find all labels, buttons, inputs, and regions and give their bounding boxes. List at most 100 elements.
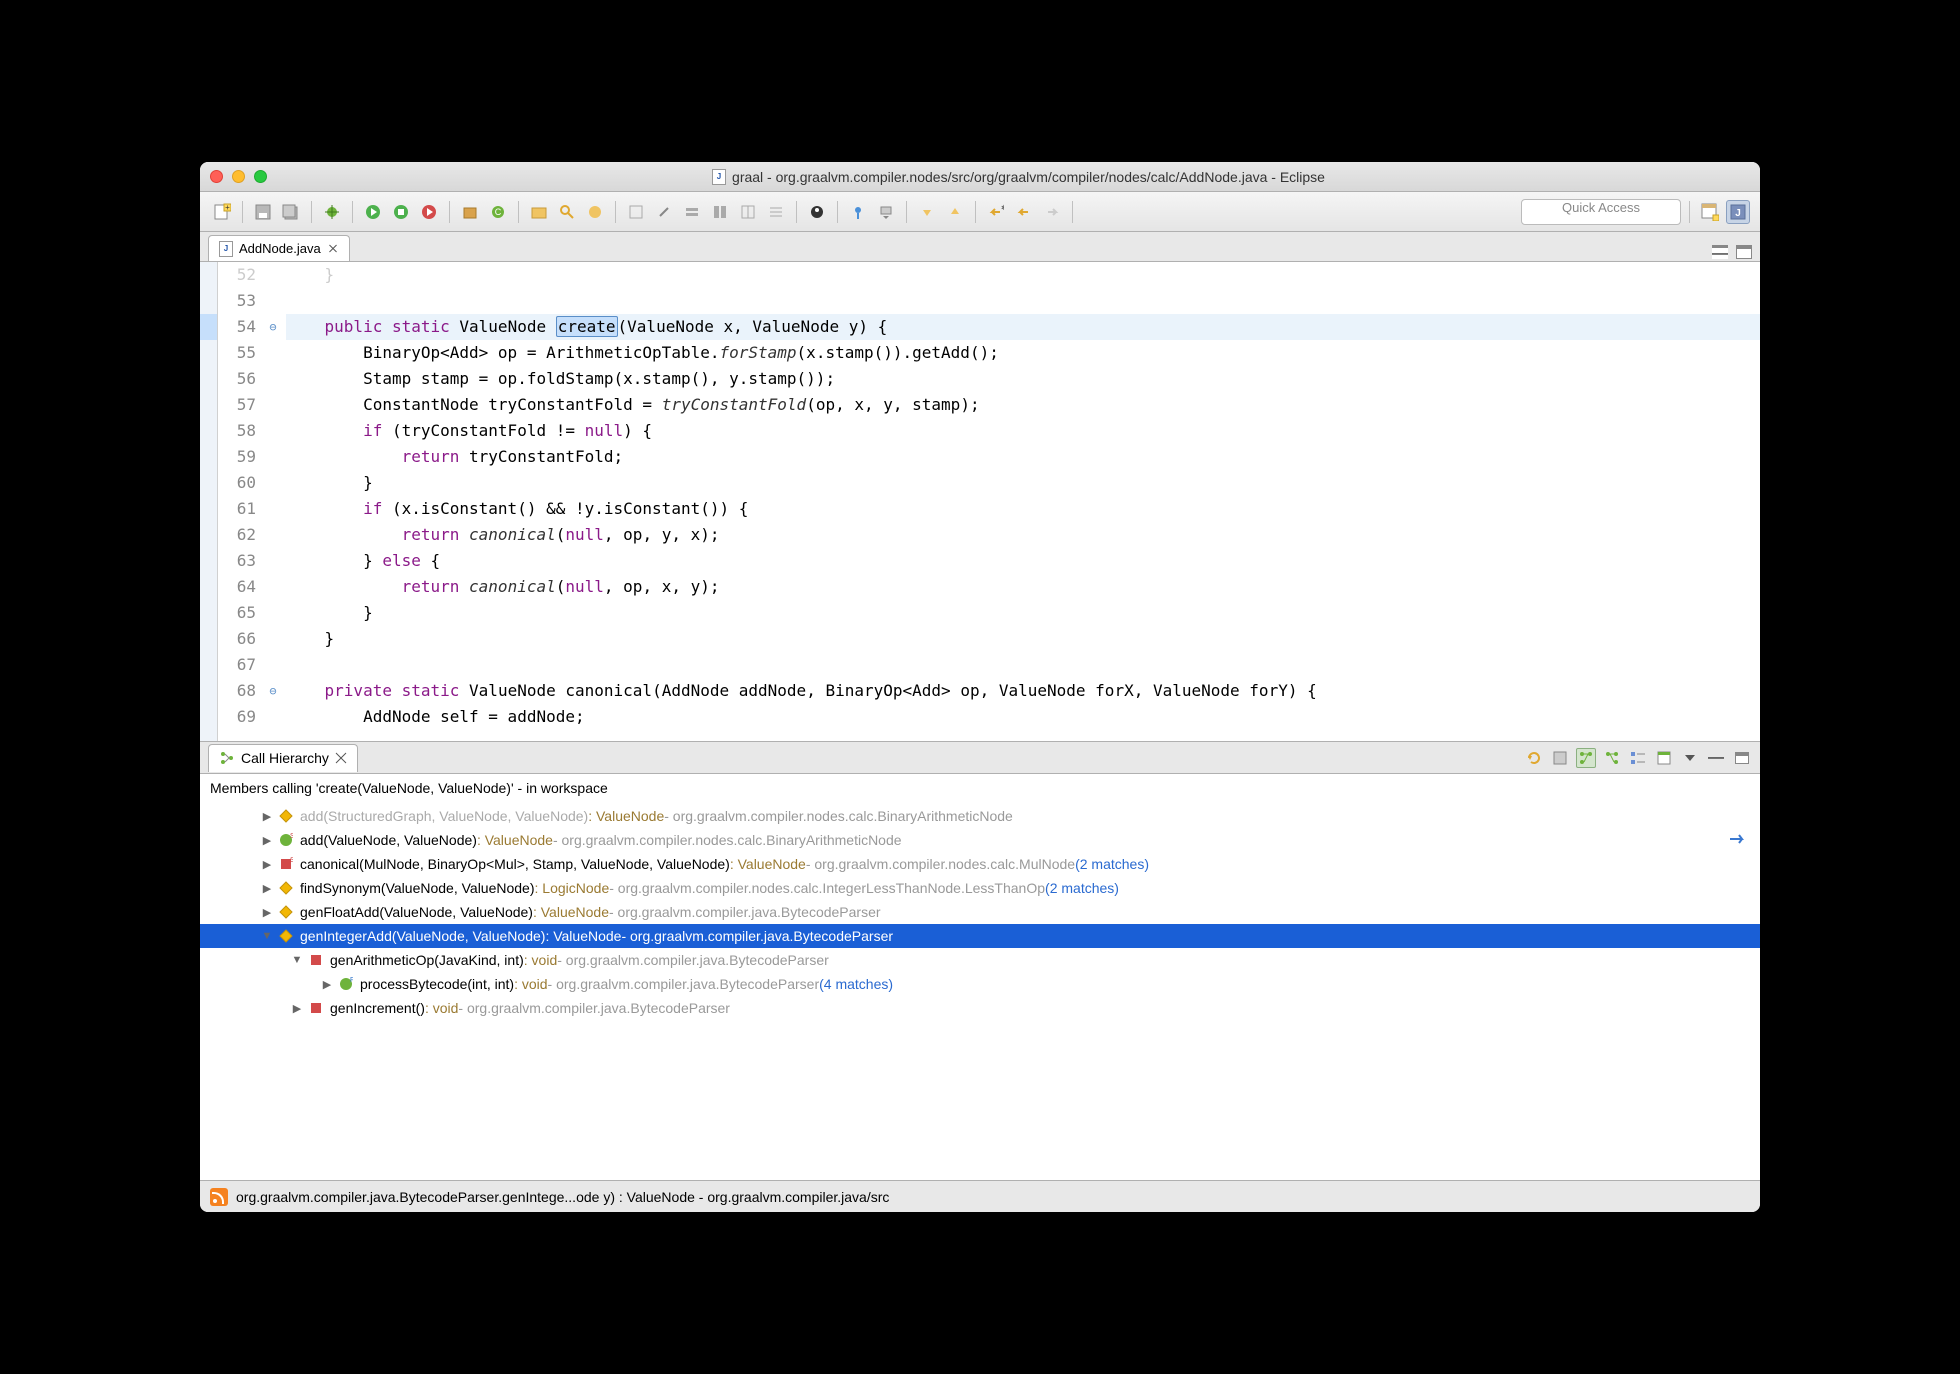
panel-toolbar: —	[1524, 748, 1752, 768]
minimize-view-icon[interactable]: —	[1712, 245, 1728, 259]
coverage-button[interactable]	[389, 200, 413, 224]
callers-mode-icon[interactable]	[1576, 748, 1596, 768]
method-signature: canonical(MulNode, BinaryOp<Mul>, Stamp,…	[300, 856, 730, 872]
new-package-button[interactable]	[458, 200, 482, 224]
open-task-button[interactable]	[583, 200, 607, 224]
method-icon: S	[278, 856, 294, 872]
refresh-icon[interactable]	[1524, 748, 1544, 768]
rss-icon[interactable]	[210, 1188, 228, 1206]
maximize-window[interactable]	[254, 170, 267, 183]
run-button[interactable]	[361, 200, 385, 224]
new-class-button[interactable]: C	[486, 200, 510, 224]
tree-arrow-icon[interactable]: ▶	[320, 977, 334, 991]
close-window[interactable]	[210, 170, 223, 183]
call-hierarchy-icon	[219, 750, 235, 766]
save-button[interactable]	[251, 200, 275, 224]
qualifying-class: - org.graalvm.compiler.java.BytecodePars…	[609, 904, 881, 920]
panel-minimize-icon[interactable]: —	[1706, 748, 1726, 768]
quick-access-input[interactable]: Quick Access	[1521, 199, 1681, 225]
editor-tab-label: AddNode.java	[239, 241, 321, 256]
call-hierarchy-row[interactable]: ▶ add(StructuredGraph, ValueNode, ValueNo…	[200, 804, 1760, 828]
call-hierarchy-row[interactable]: ▶findSynonym(ValueNode, ValueNode) : Log…	[200, 876, 1760, 900]
view-menu-icon[interactable]	[1680, 748, 1700, 768]
panel-maximize-icon[interactable]	[1732, 748, 1752, 768]
method-icon: S	[278, 832, 294, 848]
code-editor[interactable]: 525354555657585960616263646566676869 ⊖⊖ …	[200, 262, 1760, 742]
wand-button[interactable]	[652, 200, 676, 224]
tree-arrow-icon[interactable]: ▶	[260, 809, 274, 823]
call-hierarchy-header: Members calling 'create(ValueNode, Value…	[200, 774, 1760, 802]
call-hierarchy-tree[interactable]: ▶ add(StructuredGraph, ValueNode, ValueNo…	[200, 802, 1760, 1180]
maximize-view-icon[interactable]	[1736, 245, 1752, 259]
call-hierarchy-row[interactable]: ▶ Scanonical(MulNode, BinaryOp<Mul>, Stam…	[200, 852, 1760, 876]
open-perspective-button[interactable]	[1698, 200, 1722, 224]
ext-tools-button[interactable]	[417, 200, 441, 224]
tree-arrow-icon[interactable]: ▶	[290, 1001, 304, 1015]
last-edit-button[interactable]: ✱	[984, 200, 1008, 224]
callees-mode-icon[interactable]	[1602, 748, 1622, 768]
method-icon	[308, 952, 324, 968]
open-type-button[interactable]	[527, 200, 551, 224]
call-hierarchy-tab[interactable]: Call Hierarchy	[208, 744, 358, 772]
pin-button[interactable]	[846, 200, 870, 224]
method-icon	[308, 1000, 324, 1016]
tree-arrow-icon[interactable]: ▶	[260, 833, 274, 847]
profile-button[interactable]	[805, 200, 829, 224]
new-button[interactable]: +	[210, 200, 234, 224]
editor-tab[interactable]: J AddNode.java	[208, 235, 350, 261]
history-icon[interactable]	[1628, 748, 1648, 768]
goto-icon[interactable]	[1728, 832, 1748, 846]
method-icon	[278, 904, 294, 920]
qualifying-class: - org.graalvm.compiler.java.BytecodePars…	[557, 952, 829, 968]
svg-text:S: S	[290, 857, 293, 864]
method-signature: genIncrement()	[330, 1000, 425, 1016]
dropdown-button[interactable]	[874, 200, 898, 224]
forward-button[interactable]	[1040, 200, 1064, 224]
code-area[interactable]: } public static ValueNode create(ValueNo…	[282, 262, 1760, 741]
call-hierarchy-row[interactable]: ▶genFloatAdd(ValueNode, ValueNode) : Val…	[200, 900, 1760, 924]
fold-column[interactable]: ⊖⊖	[264, 262, 282, 741]
java-file-icon: J	[219, 241, 233, 257]
close-panel-icon[interactable]	[335, 752, 347, 764]
save-all-button[interactable]	[279, 200, 303, 224]
editor-tabbar: J AddNode.java —	[200, 232, 1760, 262]
main-toolbar: + C ✱ Quick A	[200, 192, 1760, 232]
back-button[interactable]	[1012, 200, 1036, 224]
method-signature: genArithmeticOp(JavaKind, int)	[330, 952, 524, 968]
call-hierarchy-row[interactable]: ▶Sadd(ValueNode, ValueNode) : ValueNode …	[200, 828, 1760, 852]
tree-arrow-icon[interactable]: ▶	[260, 881, 274, 895]
debug-button[interactable]	[320, 200, 344, 224]
close-tab-icon[interactable]	[327, 243, 339, 255]
call-hierarchy-row[interactable]: ▶genIncrement() : void - org.graalvm.com…	[200, 996, 1760, 1020]
method-icon	[278, 808, 294, 824]
call-hierarchy-row[interactable]: ▶FprocessBytecode(int, int) : void - org…	[200, 972, 1760, 996]
tree-arrow-icon[interactable]: ▶	[260, 857, 274, 871]
tree-arrow-icon[interactable]: ▶	[260, 905, 274, 919]
pin-view-icon[interactable]	[1654, 748, 1674, 768]
toggle-button-4[interactable]	[736, 200, 760, 224]
search-button[interactable]	[555, 200, 579, 224]
tree-arrow-icon[interactable]: ▼	[260, 929, 274, 943]
status-text: org.graalvm.compiler.java.BytecodeParser…	[236, 1189, 889, 1205]
toggle-button-1[interactable]	[624, 200, 648, 224]
statusbar: org.graalvm.compiler.java.BytecodeParser…	[200, 1180, 1760, 1212]
toggle-button-3[interactable]	[708, 200, 732, 224]
return-type: : ValueNode	[730, 856, 806, 872]
call-hierarchy-row[interactable]: ▼genArithmeticOp(JavaKind, int) : void -…	[200, 948, 1760, 972]
prev-annotation-button[interactable]	[943, 200, 967, 224]
toggle-button-5[interactable]	[764, 200, 788, 224]
toggle-button-2[interactable]	[680, 200, 704, 224]
next-annotation-button[interactable]	[915, 200, 939, 224]
java-perspective-button[interactable]: J	[1726, 200, 1750, 224]
minimize-window[interactable]	[232, 170, 245, 183]
svg-text:S: S	[290, 833, 293, 840]
method-signature: add(StructuredGraph, ValueNode, ValueNod…	[300, 808, 588, 824]
call-hierarchy-panel: Call Hierarchy — Members calling 'create…	[200, 742, 1760, 1180]
return-type: : ValueNode	[545, 928, 621, 944]
return-type: : void	[514, 976, 547, 992]
cancel-icon[interactable]	[1550, 748, 1570, 768]
qualifying-class: - org.graalvm.compiler.nodes.calc.Intege…	[609, 880, 1045, 896]
tree-arrow-icon[interactable]: ▼	[290, 953, 304, 967]
call-hierarchy-row[interactable]: ▼genIntegerAdd(ValueNode, ValueNode) : V…	[200, 924, 1760, 948]
method-signature: add(ValueNode, ValueNode)	[300, 832, 477, 848]
